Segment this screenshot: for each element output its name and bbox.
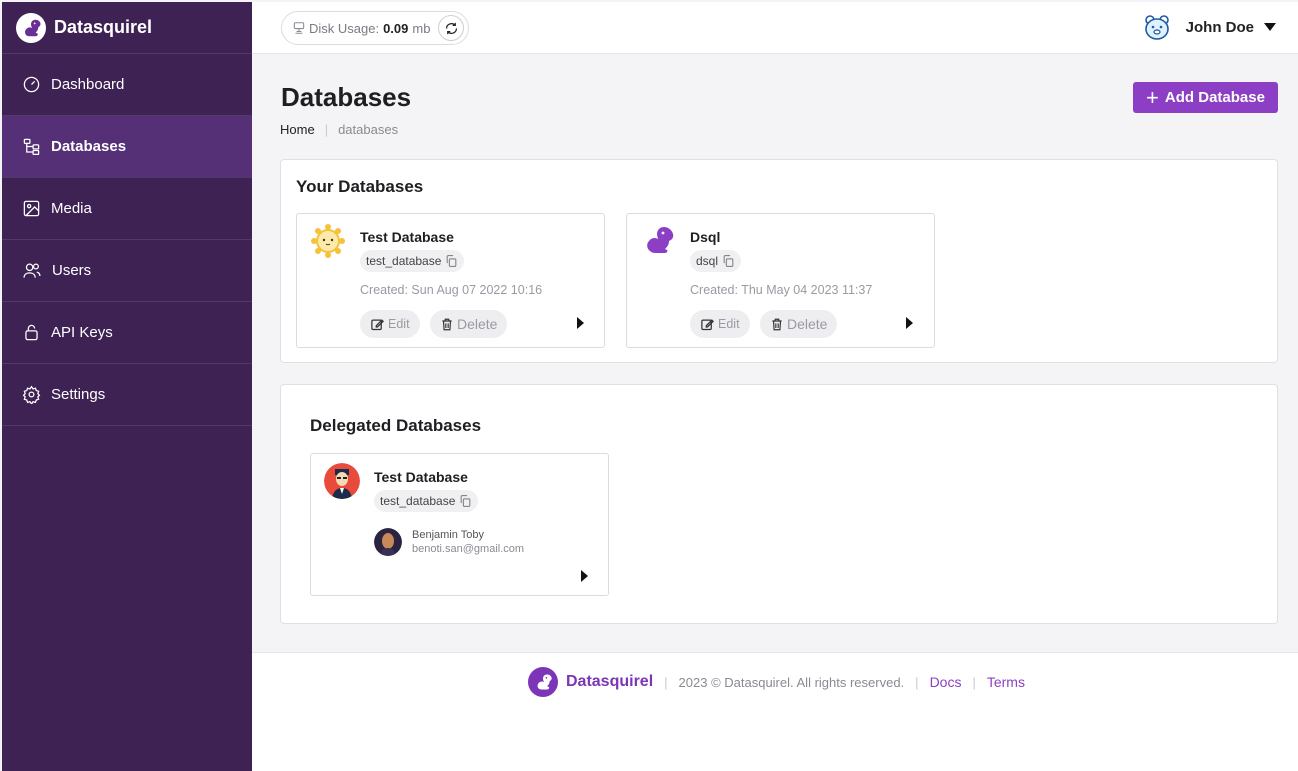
disk-usage-value: 0.09 bbox=[383, 20, 409, 36]
person-avatar-icon bbox=[324, 463, 360, 499]
owner-name: Benjamin Toby bbox=[412, 529, 484, 541]
disk-usage-label: Disk Usage: bbox=[309, 20, 380, 36]
database-card[interactable]: Dsql dsql Created: Thu May 04 2023 11:37… bbox=[626, 213, 935, 348]
brand[interactable]: Datasquirel bbox=[2, 2, 252, 54]
trash-icon bbox=[772, 318, 782, 330]
delete-label: Delete bbox=[457, 316, 498, 332]
sidebar-item-databases[interactable]: Databases bbox=[2, 116, 252, 178]
copy-icon[interactable] bbox=[722, 254, 735, 268]
trash-icon bbox=[442, 318, 452, 330]
sidebar-item-label: Media bbox=[51, 200, 92, 217]
sidebar-item-media[interactable]: Media bbox=[2, 178, 252, 240]
open-database-arrow[interactable] bbox=[581, 570, 588, 582]
refresh-icon bbox=[445, 22, 458, 34]
edit-label: Edit bbox=[718, 317, 740, 331]
delegated-database-card[interactable]: Test Database test_database Benjamin Tob… bbox=[310, 453, 609, 596]
sidebar: Datasquirel Dashboard Databases Media Us… bbox=[2, 2, 252, 771]
sidebar-item-label: Databases bbox=[51, 138, 127, 155]
delegated-databases-panel: Delegated Databases Test Database test_d… bbox=[280, 384, 1278, 624]
gear-icon bbox=[22, 385, 41, 404]
database-name: Test Database bbox=[360, 229, 454, 245]
lock-icon bbox=[25, 324, 38, 341]
sidebar-item-label: Dashboard bbox=[51, 76, 125, 93]
sidebar-item-users[interactable]: Users bbox=[2, 240, 252, 302]
squirrel-logo-icon bbox=[16, 12, 46, 43]
docs-link[interactable]: Docs bbox=[930, 674, 962, 690]
footer-separator: | bbox=[915, 674, 919, 690]
terms-link[interactable]: Terms bbox=[987, 674, 1025, 690]
database-slug-text: test_database bbox=[380, 494, 456, 508]
gauge-icon bbox=[23, 76, 40, 93]
breadcrumb-home[interactable]: Home bbox=[280, 122, 315, 137]
footer-brand[interactable]: Datasquirel bbox=[566, 673, 653, 691]
caret-down-icon bbox=[1264, 23, 1276, 31]
owner-email: benoti.san@gmail.com bbox=[412, 543, 525, 555]
footer-separator: | bbox=[664, 674, 668, 690]
database-created: Created: Thu May 04 2023 11:37 bbox=[690, 283, 873, 297]
your-databases-panel: Your Databases Test Database test_databa… bbox=[280, 159, 1278, 363]
edit-button[interactable]: Edit bbox=[690, 310, 750, 338]
delete-button[interactable]: Delete bbox=[760, 310, 838, 338]
plus-icon: + bbox=[1146, 84, 1159, 110]
squirrel-avatar-icon bbox=[640, 223, 676, 259]
breadcrumb-separator: | bbox=[324, 122, 329, 137]
database-slug-text: test_database bbox=[366, 254, 442, 268]
user-menu[interactable]: John Doe bbox=[1144, 14, 1276, 40]
database-created: Created: Sun Aug 07 2022 10:16 bbox=[360, 283, 543, 297]
database-slug-text: dsql bbox=[696, 254, 719, 268]
owner-avatar bbox=[374, 528, 402, 556]
delegated-databases-title: Delegated Databases bbox=[310, 416, 482, 435]
footer: Datasquirel | 2023 © Datasquirel. All ri… bbox=[252, 652, 1298, 771]
open-database-arrow[interactable] bbox=[906, 317, 913, 329]
refresh-button[interactable] bbox=[438, 15, 465, 41]
footer-separator: | bbox=[972, 674, 976, 690]
open-database-arrow[interactable] bbox=[577, 317, 584, 329]
breadcrumb-current: databases bbox=[338, 122, 399, 137]
breadcrumb: Home | databases bbox=[280, 122, 398, 137]
add-database-button[interactable]: + Add Database bbox=[1133, 82, 1278, 113]
copy-icon[interactable] bbox=[445, 254, 458, 268]
user-avatar-icon bbox=[1144, 15, 1169, 40]
squirrel-logo-icon bbox=[528, 667, 558, 697]
user-name: John Doe bbox=[1185, 18, 1254, 36]
database-tree-icon bbox=[23, 138, 40, 156]
footer-row: Datasquirel | 2023 © Datasquirel. All ri… bbox=[528, 667, 1025, 697]
sidebar-item-label: Users bbox=[52, 262, 92, 279]
disk-usage-unit: mb bbox=[412, 20, 431, 36]
sun-avatar-icon bbox=[310, 223, 346, 259]
edit-icon bbox=[701, 318, 715, 330]
your-databases-title: Your Databases bbox=[296, 177, 424, 196]
sidebar-item-api-keys[interactable]: API Keys bbox=[2, 302, 252, 364]
image-icon bbox=[23, 200, 40, 217]
database-slug[interactable]: test_database bbox=[360, 250, 465, 272]
sidebar-item-settings[interactable]: Settings bbox=[2, 364, 252, 426]
footer-copyright: 2023 © Datasquirel. All rights reserved. bbox=[678, 674, 905, 690]
database-name: Dsql bbox=[690, 229, 721, 245]
users-icon bbox=[23, 263, 41, 278]
sidebar-item-dashboard[interactable]: Dashboard bbox=[2, 54, 252, 116]
top-bar: Disk Usage: 0.09 mb John Doe bbox=[252, 2, 1298, 54]
sidebar-item-label: API Keys bbox=[51, 324, 113, 341]
delete-label: Delete bbox=[787, 316, 828, 332]
disk-icon bbox=[293, 22, 305, 34]
edit-button[interactable]: Edit bbox=[360, 310, 420, 338]
database-slug[interactable]: test_database bbox=[374, 490, 479, 512]
page-title: Databases bbox=[281, 82, 412, 112]
copy-icon[interactable] bbox=[459, 494, 472, 508]
brand-name: Datasquirel bbox=[54, 17, 153, 37]
database-card[interactable]: Test Database test_database Created: Sun… bbox=[296, 213, 605, 348]
database-slug[interactable]: dsql bbox=[690, 250, 742, 272]
delete-button[interactable]: Delete bbox=[430, 310, 508, 338]
disk-usage: Disk Usage: 0.09 mb bbox=[281, 11, 470, 45]
sidebar-item-label: Settings bbox=[51, 386, 106, 403]
edit-label: Edit bbox=[388, 317, 410, 331]
database-name: Test Database bbox=[374, 469, 468, 485]
add-database-label: Add Database bbox=[1164, 89, 1265, 106]
edit-icon bbox=[371, 318, 385, 330]
